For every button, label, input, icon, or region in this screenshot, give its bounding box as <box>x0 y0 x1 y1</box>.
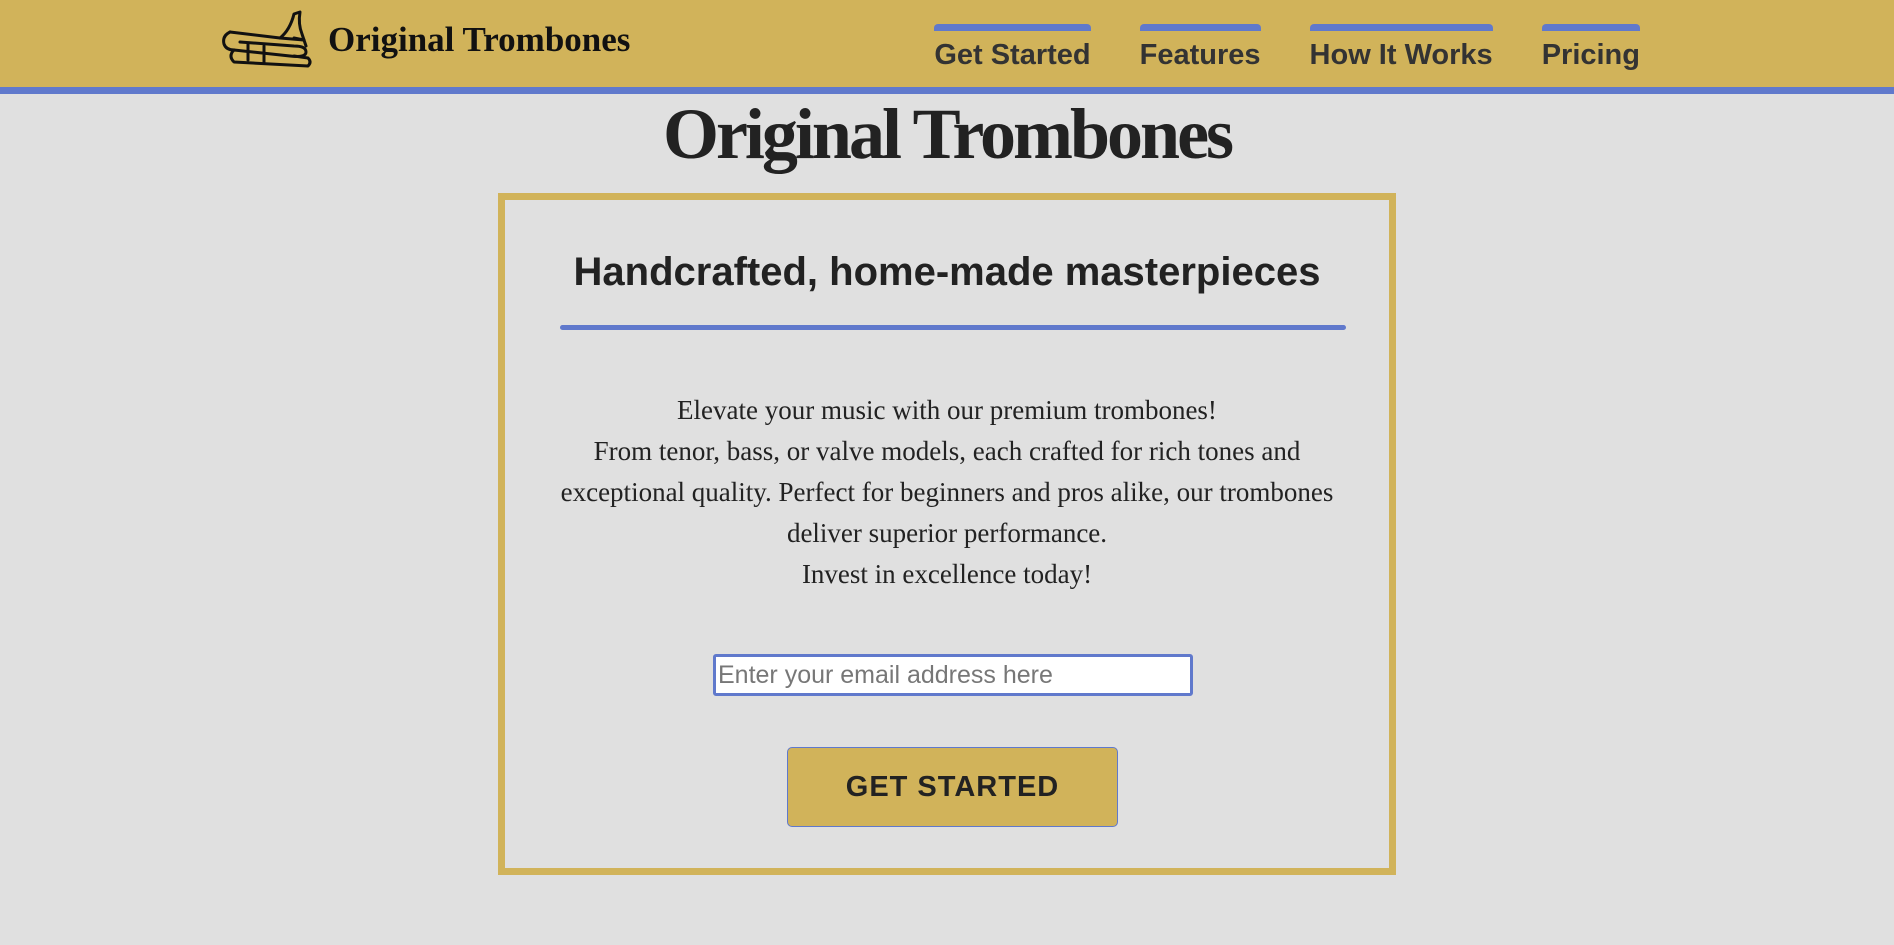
description-line-1: Elevate your music with our premium trom… <box>677 395 1217 425</box>
brand-name: Original Trombones <box>328 20 631 59</box>
page-title: Original Trombones <box>662 94 1234 174</box>
main-nav: Get Started Features How It Works Pricin… <box>934 24 1640 70</box>
description-line-2: From tenor, bass, or valve models, each … <box>560 436 1334 548</box>
email-input[interactable] <box>713 654 1193 696</box>
nav-link-pricing[interactable]: Pricing <box>1541 24 1640 70</box>
nav-link-get-started[interactable]: Get Started <box>934 24 1091 70</box>
nav-link-features[interactable]: Features <box>1139 24 1261 70</box>
brand[interactable]: Original Trombones <box>220 10 630 70</box>
description-line-3: Invest in excellence today! <box>801 559 1093 589</box>
heading-divider <box>560 325 1346 330</box>
nav-link-how-it-works[interactable]: How It Works <box>1309 24 1493 70</box>
card-heading: Handcrafted, home-made masterpieces <box>573 250 1321 294</box>
signup-card: Handcrafted, home-made masterpieces Elev… <box>498 193 1396 875</box>
trombone-icon <box>222 10 312 68</box>
card-description: Elevate your music with our premium trom… <box>545 390 1349 595</box>
site-header: Original Trombones Get Started Features … <box>0 0 1894 94</box>
get-started-button[interactable]: GET STARTED <box>787 747 1118 827</box>
